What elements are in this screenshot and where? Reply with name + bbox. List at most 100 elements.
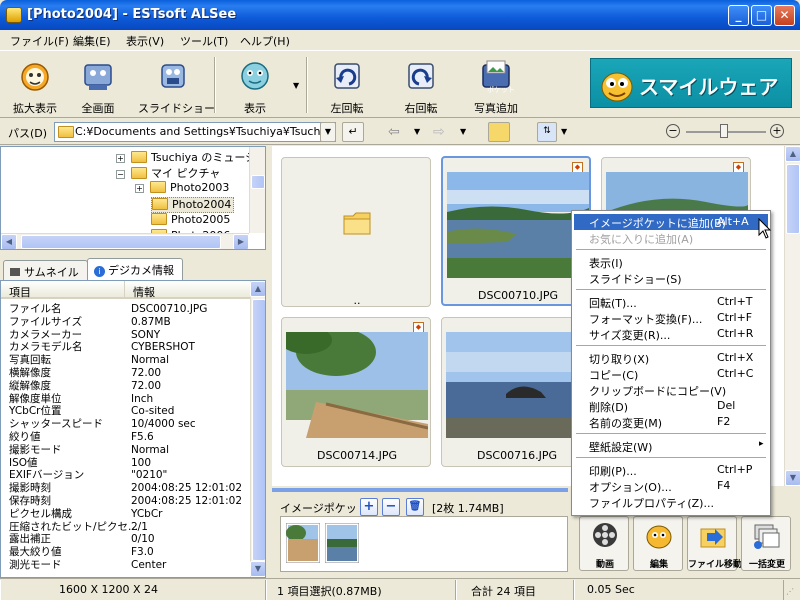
context-menu-item[interactable]: 切り取り(X) Ctrl+X bbox=[574, 350, 768, 366]
info-row[interactable]: 保存時刻 2004:08:25 12:01:02 bbox=[1, 495, 251, 507]
menu-tools[interactable]: ツール(T) bbox=[180, 33, 228, 49]
context-menu-item[interactable]: 回転(T)... Ctrl+T bbox=[574, 294, 768, 310]
tree-horizontal-scrollbar[interactable]: ◀ ▶ bbox=[1, 233, 249, 249]
back-arrow-icon[interactable]: ⇦ bbox=[388, 124, 400, 140]
menu-edit[interactable]: 編集(E) bbox=[73, 33, 111, 49]
context-menu-item[interactable]: お気に入りに追加(A) bbox=[574, 230, 768, 246]
info-row[interactable]: YCbCr位置 Co-sited bbox=[1, 405, 251, 417]
scroll-thumb[interactable] bbox=[786, 164, 800, 234]
thumbnail-photo[interactable]: ◆ DSC00716.JPG bbox=[441, 317, 591, 467]
video-button[interactable]: 動画 bbox=[579, 516, 629, 571]
thumbnail-vertical-scrollbar[interactable]: ▲ ▼ bbox=[784, 146, 800, 486]
close-button[interactable]: ✕ bbox=[774, 5, 795, 26]
scroll-thumb[interactable] bbox=[251, 175, 265, 189]
thumbnail-photo[interactable]: ◆ DSC00714.JPG bbox=[281, 317, 431, 467]
maximize-button[interactable]: □ bbox=[751, 5, 772, 26]
pocket-remove-button[interactable]: − bbox=[382, 498, 400, 516]
rotate-left-button[interactable]: 左回転 bbox=[312, 55, 382, 117]
info-row[interactable]: ファイル名 DSC00710.JPG bbox=[1, 303, 251, 315]
info-row[interactable]: カメラモデル名 CYBERSHOT bbox=[1, 341, 251, 353]
info-row[interactable]: 撮影モード Normal bbox=[1, 444, 251, 456]
column-header-info[interactable]: 情報 bbox=[125, 281, 251, 299]
context-menu-item[interactable]: 名前の変更(M) F2 bbox=[574, 414, 768, 430]
context-menu-item[interactable]: オプション(O)... F4 bbox=[574, 478, 768, 494]
menu-file[interactable]: ファイル(F) bbox=[10, 33, 69, 49]
info-row[interactable]: 圧縮されたビット/ピクセ... 2/1 bbox=[1, 521, 251, 533]
info-row[interactable]: ISO値 100 bbox=[1, 457, 251, 469]
move-file-button[interactable]: ファイル移動 bbox=[687, 516, 742, 571]
up-folder-button[interactable] bbox=[488, 122, 510, 142]
info-row[interactable]: 露出補正 0/10 bbox=[1, 533, 251, 545]
slider-handle[interactable] bbox=[720, 124, 728, 138]
edit-button[interactable]: 編集 bbox=[633, 516, 683, 571]
menu-view[interactable]: 表示(V) bbox=[126, 33, 164, 49]
tree-item-photo2004[interactable]: Photo2004 bbox=[151, 197, 235, 213]
context-menu-item[interactable]: サイズ変更(R)... Ctrl+R bbox=[574, 326, 768, 342]
tree-vertical-scrollbar[interactable] bbox=[249, 147, 265, 233]
tree-item-photo2005[interactable]: Photo2005 bbox=[151, 213, 230, 229]
title-bar[interactable]: [Photo2004] - ESTsoft ALSee _ □ ✕ bbox=[0, 0, 800, 30]
view-button[interactable]: 表示 bbox=[220, 55, 290, 117]
forward-arrow-icon[interactable]: ⇨ bbox=[433, 124, 445, 140]
context-menu-item[interactable]: クリップボードにコピー(V) bbox=[574, 382, 768, 398]
rotate-right-button[interactable]: 右回転 bbox=[386, 55, 456, 117]
info-vertical-scrollbar[interactable]: ▲ ▼ bbox=[250, 281, 265, 577]
scroll-down-icon[interactable]: ▼ bbox=[250, 561, 265, 577]
info-row[interactable]: 最大絞り値 F3.0 bbox=[1, 546, 251, 558]
pocket-clear-button[interactable]: 🗑 bbox=[406, 498, 424, 516]
scroll-left-icon[interactable]: ◀ bbox=[1, 234, 17, 249]
thumbnail-photo[interactable]: ◆ DSC00710.JPG bbox=[441, 156, 591, 306]
fullscreen-button[interactable]: 全画面 bbox=[63, 55, 133, 117]
menu-help[interactable]: ヘルプ(H) bbox=[240, 33, 290, 49]
slideshow-button[interactable]: スライドショー bbox=[138, 55, 215, 117]
info-row[interactable]: 写真回転 Normal bbox=[1, 354, 251, 366]
go-button[interactable]: ↵ bbox=[342, 122, 364, 142]
tab-thumbnail[interactable]: サムネイル bbox=[3, 260, 88, 280]
context-menu-item[interactable]: フォーマット変換(F)... Ctrl+F bbox=[574, 310, 768, 326]
zoom-button[interactable]: 拡大表示 bbox=[0, 55, 70, 117]
thumbnail-parent-folder[interactable]: .. bbox=[281, 157, 431, 307]
sort-button[interactable]: ⇅ bbox=[537, 122, 557, 142]
scroll-thumb[interactable] bbox=[252, 299, 265, 561]
column-header-item[interactable]: 項目 bbox=[1, 281, 125, 299]
info-row[interactable]: EXIFバージョン "0210" bbox=[1, 469, 251, 481]
pocket-item-thumb[interactable] bbox=[325, 523, 359, 563]
scroll-down-icon[interactable]: ▼ bbox=[785, 470, 800, 486]
context-menu-item[interactable]: 印刷(P)... Ctrl+P bbox=[574, 462, 768, 478]
zoom-in-icon[interactable]: + bbox=[770, 124, 784, 138]
smileware-banner[interactable]: スマイルウェア bbox=[590, 58, 792, 108]
expand-icon[interactable]: + bbox=[116, 154, 125, 163]
scroll-right-icon[interactable]: ▶ bbox=[233, 234, 249, 249]
info-row[interactable]: 絞り値 F5.6 bbox=[1, 431, 251, 443]
tab-exif[interactable]: i デジカメ情報 bbox=[87, 258, 183, 280]
context-menu-item[interactable]: イメージポケットに追加(B) Alt+A bbox=[574, 214, 768, 230]
view-dropdown-arrow-icon[interactable]: ▼ bbox=[293, 81, 299, 90]
info-row[interactable]: ピクセル構成 YCbCr bbox=[1, 508, 251, 520]
scroll-up-icon[interactable]: ▲ bbox=[785, 146, 800, 162]
context-menu-item[interactable]: ファイルプロパティ(Z)... bbox=[574, 494, 768, 510]
info-row[interactable]: 解像度単位 Inch bbox=[1, 393, 251, 405]
path-input[interactable]: C:¥Documents and Settings¥Tsuchiya¥Tsuch… bbox=[54, 122, 336, 142]
info-row[interactable]: 横解像度 72.00 bbox=[1, 367, 251, 379]
minimize-button[interactable]: _ bbox=[728, 5, 749, 26]
info-row[interactable]: ファイルサイズ 0.87MB bbox=[1, 316, 251, 328]
pocket-add-button[interactable]: + bbox=[360, 498, 378, 516]
context-menu-item[interactable]: コピー(C) Ctrl+C bbox=[574, 366, 768, 382]
info-row[interactable]: 縦解像度 72.00 bbox=[1, 380, 251, 392]
scroll-up-icon[interactable]: ▲ bbox=[250, 281, 265, 297]
tree-item-music[interactable]: + Tsuchiya のミュージ bbox=[116, 149, 256, 165]
info-row[interactable]: 測光モード Center bbox=[1, 559, 251, 571]
info-row[interactable]: 撮影時刻 2004:08:25 12:01:02 bbox=[1, 482, 251, 494]
context-menu-item[interactable]: 削除(D) Del bbox=[574, 398, 768, 414]
context-menu-item[interactable]: スライドショー(S) bbox=[574, 270, 768, 286]
forward-dropdown-icon[interactable]: ▼ bbox=[460, 127, 466, 136]
pocket-item-thumb[interactable] bbox=[286, 523, 320, 563]
tree-item-my-pictures[interactable]: − マイ ピクチャ bbox=[116, 165, 220, 181]
sort-dropdown-icon[interactable]: ▼ bbox=[561, 127, 567, 136]
batch-change-button[interactable]: 一括変更 bbox=[741, 516, 791, 571]
info-row[interactable]: カメラメーカー SONY bbox=[1, 329, 251, 341]
context-menu-item[interactable]: 表示(I) bbox=[574, 254, 768, 270]
resize-grip-icon[interactable]: ⋰ bbox=[786, 587, 798, 599]
path-dropdown-button[interactable]: ▼ bbox=[320, 122, 336, 142]
info-row[interactable]: シャッタースピード 10/4000 sec bbox=[1, 418, 251, 430]
